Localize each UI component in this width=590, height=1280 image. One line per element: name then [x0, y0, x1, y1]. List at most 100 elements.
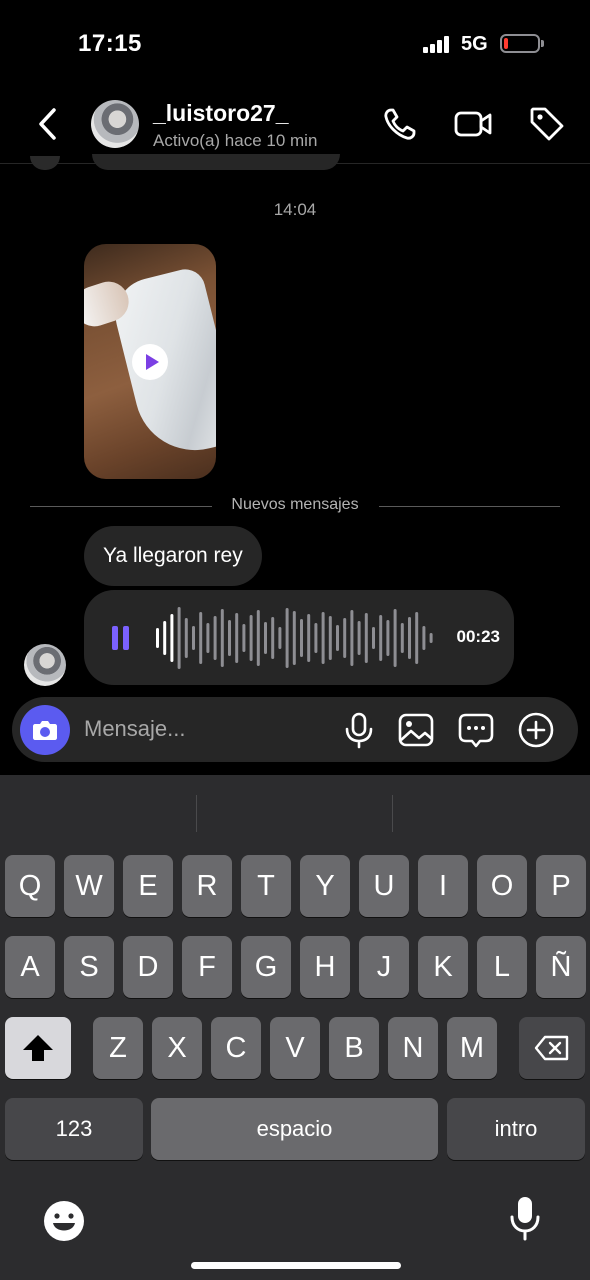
video-call-icon[interactable] [453, 104, 493, 144]
microphone-icon[interactable] [340, 711, 378, 749]
key-n[interactable]: N [388, 1017, 438, 1079]
waveform-bar [256, 610, 260, 666]
voice-duration: 00:23 [456, 627, 500, 646]
contact-username[interactable]: _luistoro27_ [153, 100, 289, 127]
home-indicator[interactable] [191, 1262, 401, 1269]
waveform-bar [184, 618, 188, 658]
waveform-bar [328, 616, 332, 660]
waveform-bar [177, 607, 181, 669]
waveform-bar [163, 621, 167, 655]
suggestion-separator [196, 795, 197, 832]
key-x[interactable]: X [152, 1017, 202, 1079]
space-key[interactable]: espacio [151, 1098, 438, 1160]
status-bar: 17:15 5G [0, 0, 590, 90]
contact-activity-status: Activo(a) hace 10 min [153, 131, 318, 150]
waveform-bar [170, 614, 174, 662]
waveform-bar [242, 624, 246, 652]
new-messages-label: Nuevos mensajes [231, 496, 359, 513]
key-k[interactable]: K [418, 936, 468, 998]
key-h[interactable]: H [300, 936, 350, 998]
voice-message[interactable]: 00:23 [84, 590, 514, 685]
waveform-bar [314, 623, 318, 653]
waveform-bar [343, 618, 347, 658]
key-l[interactable]: L [477, 936, 527, 998]
waveform-bar [336, 625, 339, 651]
waveform-bar [364, 613, 368, 663]
waveform-bar [307, 614, 311, 662]
message-timestamp: 14:04 [273, 200, 317, 219]
waveform-bar [422, 626, 426, 650]
waveform-bar [379, 615, 383, 661]
gallery-icon[interactable] [397, 711, 435, 749]
waveform-bar [408, 617, 411, 659]
status-time: 17:15 [78, 30, 142, 57]
key-t[interactable]: T [241, 855, 291, 917]
shift-arrow-icon [23, 1035, 53, 1061]
waveform-bar [400, 623, 404, 653]
key-e[interactable]: E [123, 855, 173, 917]
key-d[interactable]: D [123, 936, 173, 998]
message-composer: Mensaje... [12, 697, 578, 762]
key-c[interactable]: C [211, 1017, 261, 1079]
key-j[interactable]: J [359, 936, 409, 998]
key-m[interactable]: M [447, 1017, 497, 1079]
key-i[interactable]: I [418, 855, 468, 917]
waveform-bar [386, 620, 390, 656]
key-a[interactable]: A [5, 936, 55, 998]
key-g[interactable]: G [241, 936, 291, 998]
plus-icon[interactable] [517, 711, 555, 749]
chevron-left-icon[interactable] [34, 106, 62, 142]
previous-message-bubble [92, 154, 340, 170]
key-b[interactable]: B [329, 1017, 379, 1079]
key-n-tilde[interactable]: Ñ [536, 936, 586, 998]
backspace-icon [534, 1035, 569, 1061]
tag-icon[interactable] [527, 104, 567, 144]
waveform-bar [271, 617, 275, 659]
waveform-bar [357, 621, 361, 655]
key-w[interactable]: W [64, 855, 114, 917]
waveform-bar [228, 620, 231, 656]
sender-avatar[interactable] [24, 644, 66, 686]
message-input[interactable]: Mensaje... [84, 716, 186, 742]
waveform-bar [415, 612, 419, 664]
key-z[interactable]: Z [93, 1017, 143, 1079]
waveform-bar [264, 622, 267, 654]
dictation-microphone-icon[interactable] [508, 1195, 542, 1241]
key-f[interactable]: F [182, 936, 232, 998]
audio-waveform[interactable] [154, 604, 434, 672]
key-r[interactable]: R [182, 855, 232, 917]
network-type: 5G [461, 33, 488, 55]
contact-avatar[interactable] [91, 100, 139, 148]
video-message[interactable] [84, 244, 216, 479]
waveform-bar [220, 609, 224, 667]
key-o[interactable]: O [477, 855, 527, 917]
waveform-bar [429, 633, 433, 643]
play-icon[interactable] [132, 344, 168, 380]
waveform-bar [393, 609, 397, 667]
emoji-icon[interactable] [43, 1200, 85, 1242]
key-p[interactable]: P [536, 855, 586, 917]
key-v[interactable]: V [270, 1017, 320, 1079]
sticker-icon[interactable] [457, 711, 495, 749]
return-key[interactable]: intro [447, 1098, 585, 1160]
key-y[interactable]: Y [300, 855, 350, 917]
phone-icon[interactable] [380, 104, 420, 144]
waveform-bar [235, 613, 239, 663]
keyboard: Q W E R T Y U I O P A S D F G H J K L Ñ … [0, 775, 590, 1280]
waveform-bar [206, 623, 210, 653]
text-message-bubble[interactable]: Ya llegaron rey [84, 526, 262, 586]
key-q[interactable]: Q [5, 855, 55, 917]
previous-avatar-fragment [30, 156, 60, 170]
waveform-bar [249, 615, 253, 661]
backspace-key[interactable] [519, 1017, 585, 1079]
battery-icon [500, 34, 544, 53]
camera-button[interactable] [20, 705, 70, 755]
shift-key[interactable] [5, 1017, 71, 1079]
new-messages-divider-right [379, 506, 560, 507]
waveform-bar [285, 608, 289, 668]
key-u[interactable]: U [359, 855, 409, 917]
numbers-key[interactable]: 123 [5, 1098, 143, 1160]
key-s[interactable]: S [64, 936, 114, 998]
waveform-bar [300, 619, 303, 657]
pause-icon[interactable] [112, 626, 130, 650]
